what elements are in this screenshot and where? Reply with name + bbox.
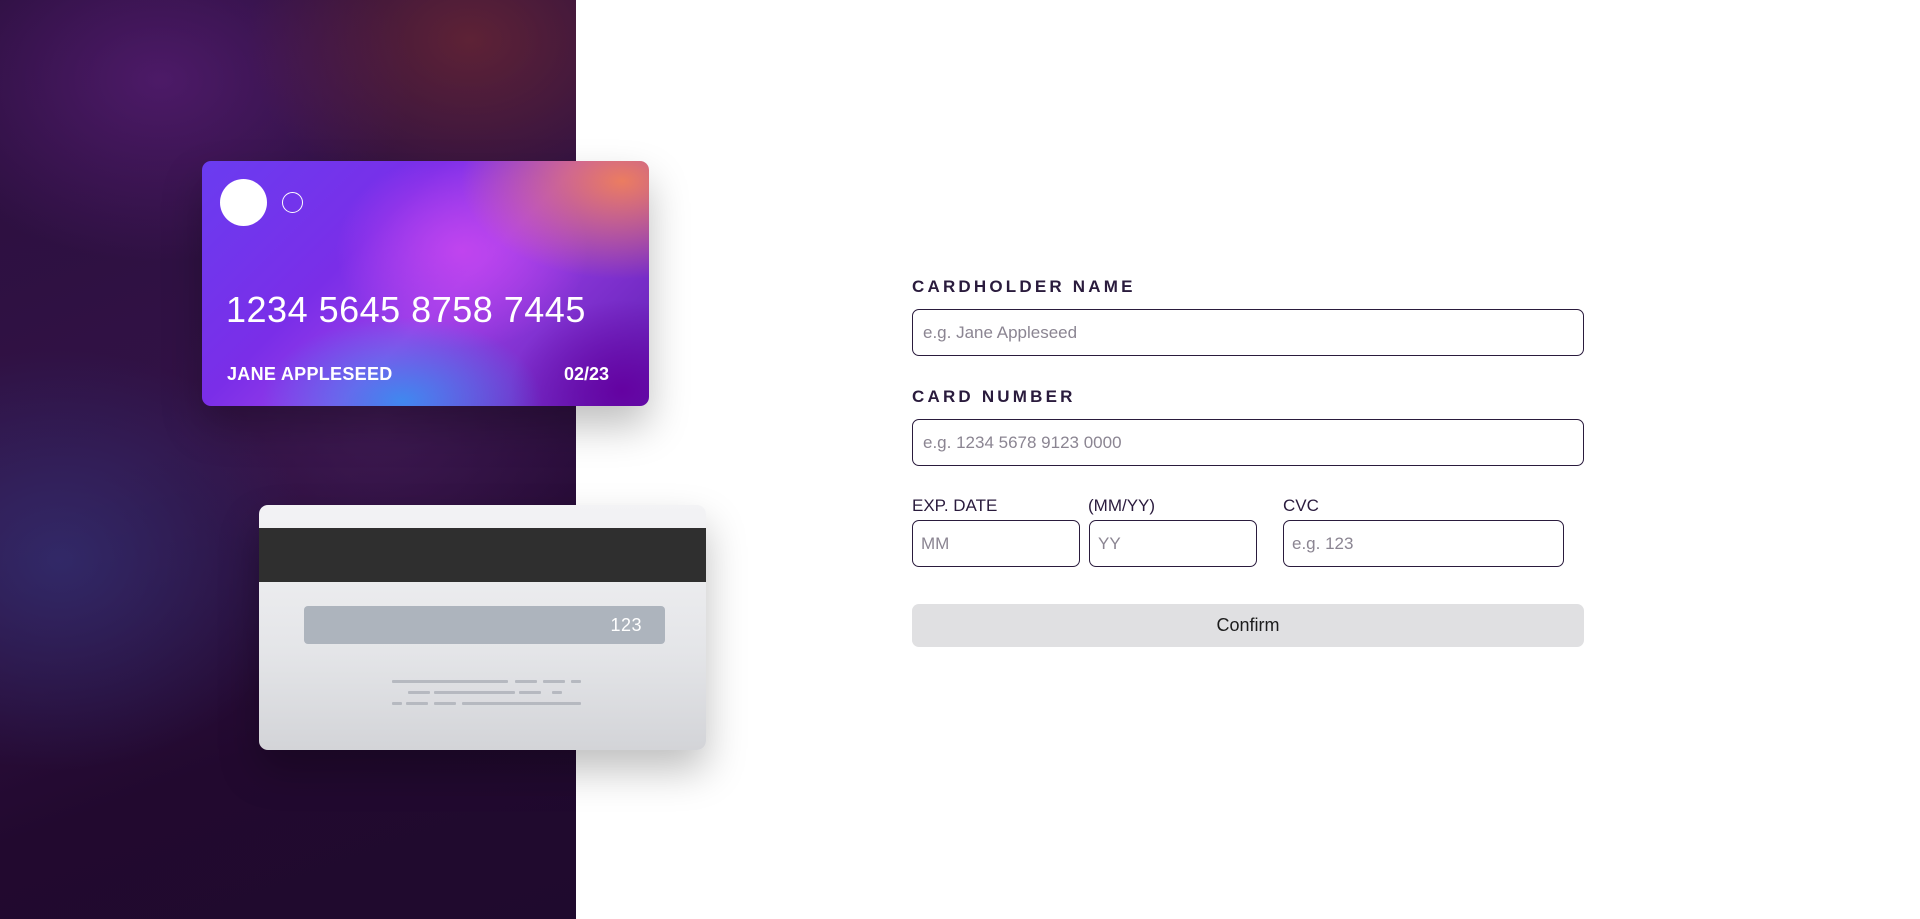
confirm-button[interactable]: Confirm — [912, 604, 1584, 647]
card-front-preview: 1234 5645 8758 7445 JANE APPLESEED 02/23 — [202, 161, 649, 406]
cvc-input[interactable] — [1283, 520, 1564, 567]
card-number-input[interactable] — [912, 419, 1584, 466]
cardholder-name-display: JANE APPLESEED — [227, 364, 393, 384]
exp-year-input[interactable] — [1089, 520, 1257, 567]
card-number-label: CARD NUMBER — [912, 387, 1076, 406]
card-fine-print-decoration — [259, 505, 706, 750]
card-logo-large-circle — [220, 179, 267, 226]
decorative-background-panel — [0, 0, 576, 919]
exp-month-input[interactable] — [912, 520, 1080, 567]
cvc-label: CVC — [1283, 496, 1319, 515]
card-expiry-display: 02/23 — [563, 364, 609, 384]
cardholder-name-input[interactable] — [912, 309, 1584, 356]
exp-date-label: EXP. DATE — [912, 496, 998, 515]
exp-date-format-label: (MM/YY) — [1088, 496, 1156, 515]
card-number-display: 1234 5645 8758 7445 — [226, 289, 586, 330]
card-back-preview: 123 — [259, 505, 706, 750]
card-details-page: 1234 5645 8758 7445 JANE APPLESEED 02/23… — [0, 0, 1920, 919]
cardholder-name-label: CARDHOLDER NAME — [912, 277, 1136, 296]
card-logo-small-circle — [282, 192, 303, 213]
